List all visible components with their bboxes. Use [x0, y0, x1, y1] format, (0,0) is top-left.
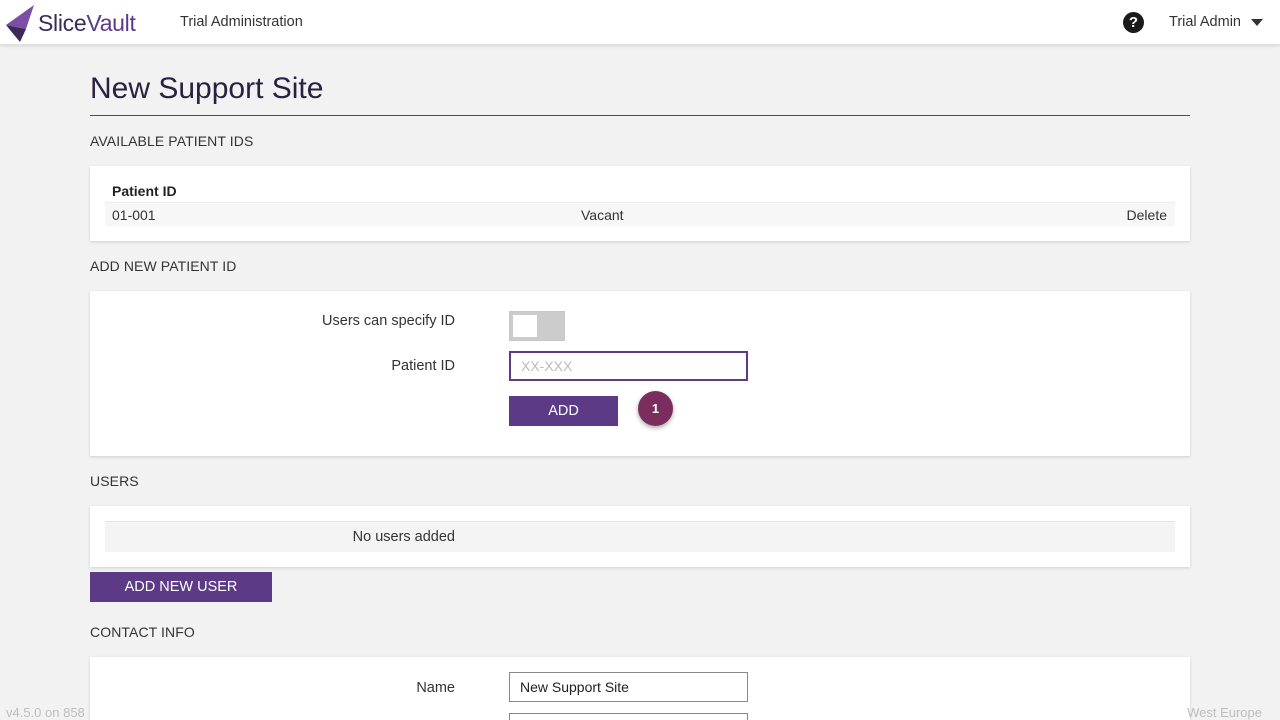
patient-status-cell: Vacant: [581, 207, 624, 223]
users-can-specify-id-toggle[interactable]: [509, 311, 565, 341]
section-add-new-patient-id: ADD NEW PATIENT ID: [90, 258, 237, 274]
toggle-label: Users can specify ID: [322, 313, 455, 329]
add-new-user-button[interactable]: ADD NEW USER: [90, 572, 272, 602]
help-icon[interactable]: ?: [1123, 12, 1144, 33]
nav-trial-administration[interactable]: Trial Administration: [180, 14, 303, 30]
table-row: 01-001 Vacant Delete: [105, 202, 1175, 226]
app-logo[interactable]: SliceVault: [4, 4, 136, 42]
name-input[interactable]: [509, 672, 748, 702]
logo-text-slice: Slice: [38, 9, 87, 36]
page-title: New Support Site: [90, 72, 324, 105]
patient-id-input[interactable]: [509, 351, 748, 381]
add-patient-card: Users can specify ID Patient ID ADD 1: [90, 291, 1190, 456]
user-name: Trial Admin: [1169, 14, 1241, 30]
step-badge: 1: [638, 391, 673, 426]
contact-card: Name: [90, 657, 1190, 720]
delete-link[interactable]: Delete: [1127, 207, 1167, 223]
users-card: No users added: [90, 506, 1190, 567]
patient-id-cell: 01-001: [112, 207, 156, 223]
region-info: West Europe: [1187, 705, 1262, 720]
section-available-patient-ids: AVAILABLE PATIENT IDS: [90, 133, 254, 149]
section-users: USERS: [90, 473, 139, 489]
section-contact-info: CONTACT INFO: [90, 624, 195, 640]
title-divider: [90, 115, 1190, 116]
no-users-row: No users added: [105, 521, 1175, 552]
column-header-patient-id: Patient ID: [112, 183, 177, 199]
top-navbar: SliceVault Trial Administration ? Trial …: [0, 0, 1280, 45]
name-label: Name: [416, 680, 455, 696]
caret-down-icon: [1250, 18, 1263, 26]
version-info: v4.5.0 on 858: [6, 705, 85, 720]
logo-text-vault: Vault: [86, 9, 136, 36]
toggle-knob: [513, 315, 537, 337]
user-menu[interactable]: Trial Admin: [1169, 14, 1263, 30]
logo-text: SliceVault: [38, 10, 136, 37]
no-users-text: No users added: [352, 529, 455, 545]
available-ids-card: Patient ID 01-001 Vacant Delete: [90, 166, 1190, 241]
slicevault-logo-icon: [6, 4, 34, 42]
patient-id-label: Patient ID: [391, 358, 455, 374]
contact-next-input[interactable]: [509, 713, 748, 720]
add-button[interactable]: ADD: [509, 396, 618, 426]
